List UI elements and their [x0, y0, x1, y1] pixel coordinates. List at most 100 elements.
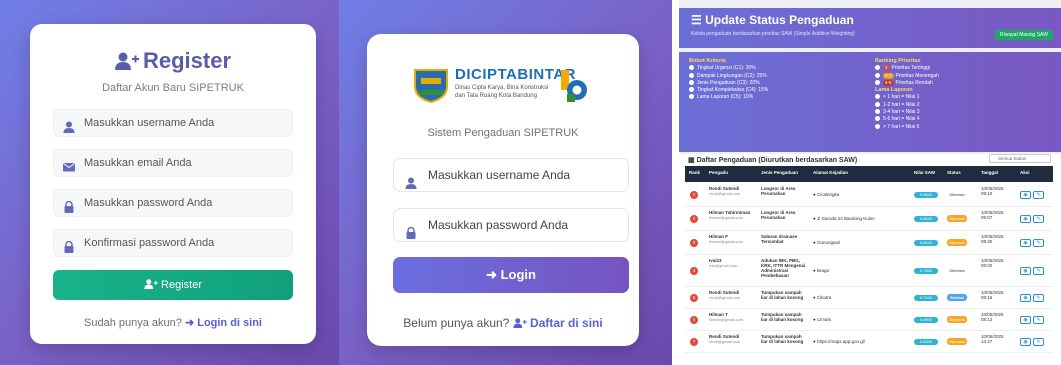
register-footer: Sudah punya akun? ➜ Login di sini	[30, 316, 316, 329]
view-icon[interactable]: ◉	[1020, 316, 1031, 324]
table-row: 5 Rendi Sutendi rendi@gmail.com Tumpukan sa…	[685, 287, 1053, 309]
login-link[interactable]: ➜ Login di sini	[185, 317, 262, 329]
pengadu-cell: Ivai23 ivai@gmail.com	[709, 258, 738, 268]
register-link-label: Daftar di sini	[530, 316, 603, 330]
saw-history-button[interactable]: Riwayat Masing SAW	[995, 30, 1053, 40]
jenis-cell: Longsor di Area Perumahan	[761, 186, 796, 196]
table-row: 2 Hilman Tahirmiman hilman@gmail.com Longso…	[685, 207, 1053, 231]
username-placeholder: Masukkan username Anda	[84, 117, 215, 129]
lock-icon	[63, 237, 75, 253]
saw-score-badge: 0.7400	[914, 295, 938, 301]
bobot-item: Tingkat Urgensi (C1): 30%	[689, 65, 768, 72]
table-row: 1 Rendi Sutendi rendi@gmail.com Longsor di …	[685, 183, 1053, 207]
rank-badge: 2	[690, 215, 698, 223]
complaints-table-card: ▦ Daftar Pengaduan (Diurutkan berdasarka…	[679, 154, 1061, 365]
password-field[interactable]: Masukkan password Anda	[53, 189, 293, 217]
login-link-label: Login di sini	[197, 317, 262, 329]
pengadu-cell: Hilman Thilman@gmail.com	[709, 312, 744, 322]
actions-cell: ◉ ✎	[1020, 294, 1046, 302]
lama-item: 3-4 hari = Nilai 3	[875, 109, 939, 116]
view-icon[interactable]: ◉	[1020, 239, 1031, 247]
table-title: ▦ Daftar Pengaduan (Diurutkan berdasarka…	[688, 157, 858, 164]
alamat-cell: ● Jl Garuda 24 Bandung Kulon	[813, 216, 875, 221]
login-button-label: Login	[500, 267, 536, 282]
view-icon[interactable]: ◉	[1020, 191, 1031, 199]
view-icon[interactable]: ◉	[1020, 267, 1031, 275]
col-pengadu: Pengadu	[709, 170, 729, 175]
bobot-item: Lama Laporan (C5): 10%	[689, 94, 768, 101]
jenis-cell: Tumpukan sampah liar di lahan kosong	[761, 334, 804, 344]
col-nilai: Nilai SAW	[914, 170, 936, 175]
jenis-cell: Saluran drainase Tersumbat	[761, 234, 798, 244]
rank-badge: 4	[690, 267, 698, 275]
confirm-password-field[interactable]: Konfirmasi password Anda	[53, 229, 293, 257]
edit-icon[interactable]: ✎	[1033, 239, 1044, 247]
dashboard-title-text: Update Status Pengaduan	[705, 13, 854, 27]
register-button[interactable]: Register	[53, 270, 293, 300]
dashboard-header: ☰ Update Status Pengaduan Kelola pengadu…	[679, 8, 1061, 48]
login-button[interactable]: ➜ Login	[393, 257, 629, 293]
view-icon[interactable]: ◉	[1020, 294, 1031, 302]
tanggal-cell: 10/05/2025 09:07	[981, 210, 1004, 220]
user-plus-icon	[513, 316, 527, 330]
pengadu-cell: Hilman Fhilman@gmail.com	[709, 234, 744, 244]
diciptabintar-logo: DICIPTABINTAR Dinas Cipta Karya, Bina Ko…	[407, 60, 607, 116]
table-row: 6 Hilman Thilman@gmail.com Tumpukan sampah…	[685, 309, 1053, 331]
alamat-cell: ● Cikutra	[813, 295, 832, 300]
view-icon[interactable]: ◉	[1020, 338, 1031, 346]
email-placeholder: Masukkan email Anda	[84, 157, 192, 169]
status-badge: Diproses	[947, 239, 967, 246]
envelope-icon	[63, 157, 75, 172]
alamat-cell: ● Cicalengka	[813, 192, 840, 197]
confirm-placeholder: Konfirmasi password Anda	[84, 237, 215, 249]
rank-badge: 3	[690, 239, 698, 247]
alamat-cell: ● https://maps.app.goo.gl/	[813, 339, 865, 344]
dashboard-screen: ☰ Update Status Pengaduan Kelola pengadu…	[679, 0, 1061, 365]
ranking-prioritas: Ranking Prioritas 1 Prioritas Tertinggi 2…	[875, 58, 939, 131]
password-placeholder: Masukkan password Anda	[84, 197, 213, 209]
login-username-field[interactable]: Masukkan username Anda	[393, 158, 629, 192]
register-link[interactable]: Daftar di sini	[513, 316, 603, 330]
lock-icon	[405, 219, 417, 239]
email-field[interactable]: Masukkan email Anda	[53, 149, 293, 177]
status-badge: Selesai	[947, 294, 967, 301]
lama-item: 1-2 hari = Nilai 2	[875, 101, 939, 109]
jenis-cell: Tumpukan sampah liar di lahan kosong	[761, 312, 804, 322]
edit-icon[interactable]: ✎	[1033, 338, 1044, 346]
login-password-field[interactable]: Masukkan password Anda	[393, 208, 629, 242]
edit-icon[interactable]: ✎	[1033, 215, 1044, 223]
alamat-cell: ● Braga	[813, 268, 829, 273]
tanggal-cell: 10/05/2025 14:27	[981, 334, 1004, 344]
ranking-item: 1 Prioritas Tertinggi	[875, 65, 939, 72]
view-icon[interactable]: ◉	[1020, 215, 1031, 223]
pengadu-cell: Rendi Sutendi rendi@gmail.com	[709, 186, 741, 196]
edit-icon[interactable]: ✎	[1033, 267, 1044, 275]
table-header: Rank Pengadu Jenis Pengaduan Alamat Keja…	[685, 166, 1053, 182]
col-alamat: Alamat Kejadian	[813, 170, 849, 175]
col-aksi: Aksi	[1020, 170, 1030, 175]
register-subtitle: Daftar Akun Baru SIPETRUK	[102, 82, 244, 94]
jenis-cell: Tumpukan sampah liar di lahan kosong	[761, 290, 804, 300]
dashboard-subtitle: Kelola pengaduan berdasarkan prioritas S…	[691, 31, 855, 37]
bobot-kriteria: Bobot Kriteria Tingkat Urgensi (C1): 30%…	[689, 58, 768, 102]
edit-icon[interactable]: ✎	[1033, 191, 1044, 199]
login-username-placeholder: Masukkan username Anda	[428, 168, 571, 182]
register-button-label: Register	[161, 279, 203, 291]
ranking-title: Ranking Prioritas	[875, 58, 921, 64]
status-filter-select[interactable]: Semua Status	[989, 154, 1051, 163]
jenis-cell: Adukan IBK, PBG, KRK, ITTR Mengenai Admi…	[761, 258, 806, 278]
edit-icon[interactable]: ✎	[1033, 294, 1044, 302]
lama-title: Lama Laporan	[875, 87, 913, 94]
ranking-item: 4-5 Prioritas Rendah	[875, 79, 939, 87]
status-badge: Diterima	[949, 268, 965, 273]
actions-cell: ◉ ✎	[1020, 338, 1046, 346]
register-footer-text: Sudah punya akun?	[84, 317, 182, 329]
tanggal-cell: 10/05/2025 08:12	[981, 312, 1004, 322]
actions-cell: ◉ ✎	[1020, 215, 1046, 223]
lama-item: > 7 hari = Nilai 5	[875, 123, 939, 131]
user-icon	[63, 117, 75, 133]
username-field[interactable]: Masukkan username Anda	[53, 109, 293, 137]
edit-icon[interactable]: ✎	[1033, 316, 1044, 324]
status-badge: Diproses	[947, 316, 967, 323]
tanggal-cell: 10/05/2025 09:10	[981, 186, 1004, 196]
